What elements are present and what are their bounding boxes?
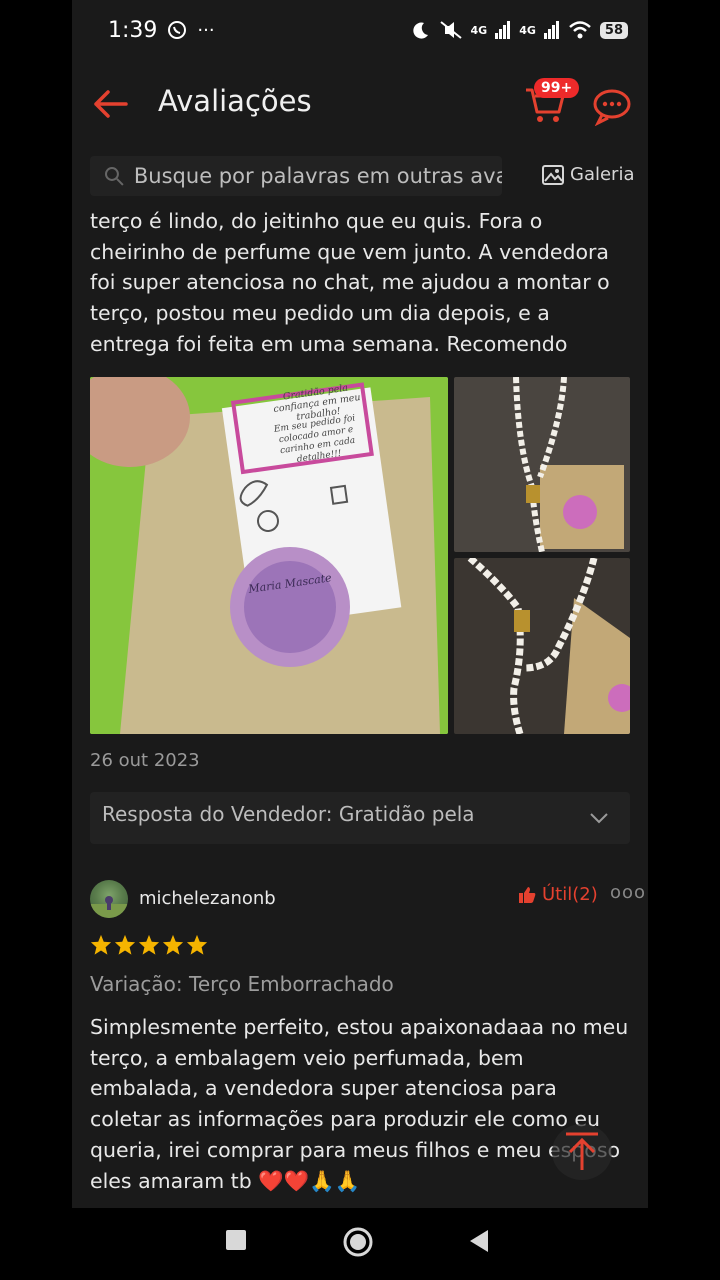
network-2-label: 4G: [519, 23, 536, 37]
review-photo-3[interactable]: [454, 558, 630, 734]
search-bar[interactable]: [90, 156, 502, 196]
more-options-icon[interactable]: ooo: [610, 882, 646, 903]
system-nav-bar: [0, 1208, 720, 1280]
seller-reply-label: Resposta do Vendedor:: [102, 802, 333, 826]
wifi-icon: [569, 21, 591, 39]
mute-icon: [439, 21, 462, 39]
review-2-header: michelezanonb Útil(2) ooo: [90, 880, 645, 918]
signal-1-icon: [495, 21, 511, 39]
recent-apps-button[interactable]: [224, 1228, 248, 1252]
star-icon: [186, 934, 208, 955]
star-icon: [162, 934, 184, 955]
more-notifications-icon: ···: [197, 19, 215, 41]
avatar[interactable]: [90, 880, 128, 918]
scroll-to-top-button[interactable]: [552, 1124, 612, 1180]
status-bar: 1:39 ··· 4G 4G 58: [72, 0, 648, 60]
review-2-text: Simplesmente perfeito, estou apaixonadaa…: [90, 1015, 629, 1193]
chat-icon[interactable]: [592, 86, 632, 126]
seller-reply-text: Gratidão pela: [338, 802, 475, 826]
image-icon: [542, 164, 564, 185]
cart-badge: 99+: [534, 78, 580, 98]
seller-reply[interactable]: Resposta do Vendedor: Gratidão pela: [90, 792, 630, 844]
search-icon: [104, 167, 124, 186]
gallery-filter-button[interactable]: Galeria: [542, 164, 635, 185]
battery-indicator: 58: [599, 21, 628, 39]
review-photo-2[interactable]: [454, 377, 630, 552]
network-1-label: 4G: [470, 23, 488, 37]
photo-3-image: [454, 558, 630, 734]
app-screen: 1:39 ··· 4G 4G 58 Avaliações 99+ Galeria…: [72, 0, 648, 1208]
star-rating: [90, 934, 208, 956]
moon-icon: [412, 22, 428, 39]
status-time: 1:39: [108, 17, 158, 43]
gallery-label: Galeria: [570, 164, 635, 185]
review-photos: Gratidão pela confiança em meu trabalho!…: [90, 377, 630, 734]
arrow-up-icon: [566, 1132, 598, 1170]
star-icon: [90, 934, 112, 955]
star-icon: [114, 934, 136, 955]
photo-2-image: [454, 377, 630, 552]
search-input[interactable]: [133, 164, 502, 188]
useful-label: Útil(2): [542, 884, 598, 905]
review-date: 26 out 2023: [90, 750, 200, 771]
back-arrow-icon[interactable]: [90, 84, 130, 124]
app-bar: Avaliações 99+: [72, 62, 648, 146]
thumbs-up-icon: [519, 886, 536, 903]
chevron-down-icon[interactable]: [590, 812, 608, 824]
signal-2-icon: [543, 21, 559, 39]
whatsapp-icon: [168, 21, 187, 39]
home-button[interactable]: [342, 1226, 374, 1258]
review-text: terço é lindo, do jeitinho que eu quis. …: [90, 209, 610, 356]
useful-button[interactable]: Útil(2): [518, 884, 598, 905]
back-button[interactable]: [468, 1228, 492, 1254]
username[interactable]: michelezanonb: [139, 888, 276, 909]
variation-label: Variação: Terço Emborrachado: [90, 972, 394, 996]
star-icon: [138, 934, 160, 955]
page-title: Avaliações: [158, 84, 312, 118]
